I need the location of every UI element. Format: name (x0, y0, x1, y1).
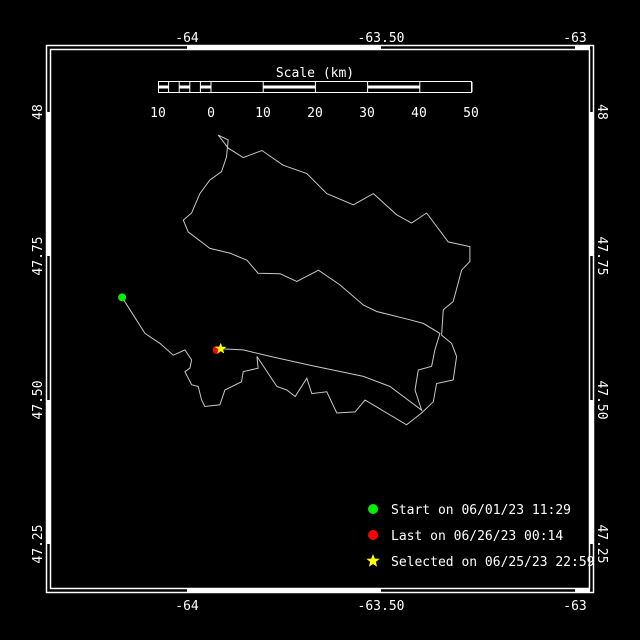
lat-label-right: 48 (594, 104, 609, 120)
legend-label: Last on 06/26/23 00:14 (391, 529, 563, 544)
scale-bar-stripe (200, 85, 211, 89)
scale-bar-label: 0 (207, 106, 215, 121)
scale-bar-stripe (263, 85, 316, 89)
map-canvas: -64 -64 -63.50 -63.50 -63 -63 48 48 47.75 47.75 47… (31, 31, 609, 614)
red-circle-icon (368, 530, 378, 540)
frame-band-bottom (575, 589, 590, 593)
lat-label-right: 47.75 (594, 236, 609, 275)
frame-band-left (46, 112, 50, 256)
frame-band-left (46, 400, 50, 544)
scale-bar-stripe (367, 85, 420, 89)
scale-bar: Scale (km) 10 0 10 20 30 40 50 (150, 66, 479, 121)
lon-label-top: -63.50 (358, 31, 405, 46)
lat-label-left: 48 (31, 104, 46, 120)
scale-bar-label: 10 (150, 106, 166, 121)
legend: Start on 06/01/23 11:29 Last on 06/26/23… (366, 503, 595, 570)
scale-bar-label: 40 (411, 106, 427, 121)
lat-label-left: 47.75 (31, 236, 46, 275)
legend-label: Selected on 06/25/23 22:59 (391, 555, 595, 570)
lon-label-top: -64 (175, 31, 199, 46)
lon-label-top: -63 (563, 31, 586, 46)
scale-bar-label: 10 (255, 106, 271, 121)
scale-bar-label: 20 (307, 106, 323, 121)
legend-item-start: Start on 06/01/23 11:29 (368, 503, 571, 518)
frame-band-right (590, 400, 594, 544)
frame-band-top (187, 46, 381, 50)
map-view: -64 -64 -63.50 -63.50 -63 -63 48 48 47.75 47.75 47… (0, 0, 640, 640)
frame-band-right (590, 112, 594, 256)
yellow-star-icon (366, 554, 380, 567)
lat-label-left: 47.50 (31, 380, 46, 419)
scale-bar-stripe (158, 85, 169, 89)
scale-bar-label: 30 (359, 106, 375, 121)
green-circle-icon (368, 504, 378, 514)
lon-label-bottom: -63 (563, 599, 586, 614)
lat-label-right: 47.25 (594, 524, 609, 563)
legend-item-last: Last on 06/26/23 00:14 (368, 529, 563, 544)
track-line (121, 134, 471, 426)
scale-bar-title: Scale (km) (276, 66, 354, 81)
lat-label-right: 47.50 (594, 380, 609, 419)
legend-item-selected: Selected on 06/25/23 22:59 (366, 554, 595, 570)
frame-band-bottom (187, 589, 381, 593)
lon-label-bottom: -64 (175, 599, 199, 614)
frame-band-top (575, 46, 590, 50)
lat-label-left: 47.25 (31, 524, 46, 563)
scale-bar-stripe (179, 85, 190, 89)
legend-label: Start on 06/01/23 11:29 (391, 503, 571, 518)
scale-bar-label: 50 (463, 106, 479, 121)
start-marker (118, 293, 127, 302)
lon-label-bottom: -63.50 (358, 599, 405, 614)
